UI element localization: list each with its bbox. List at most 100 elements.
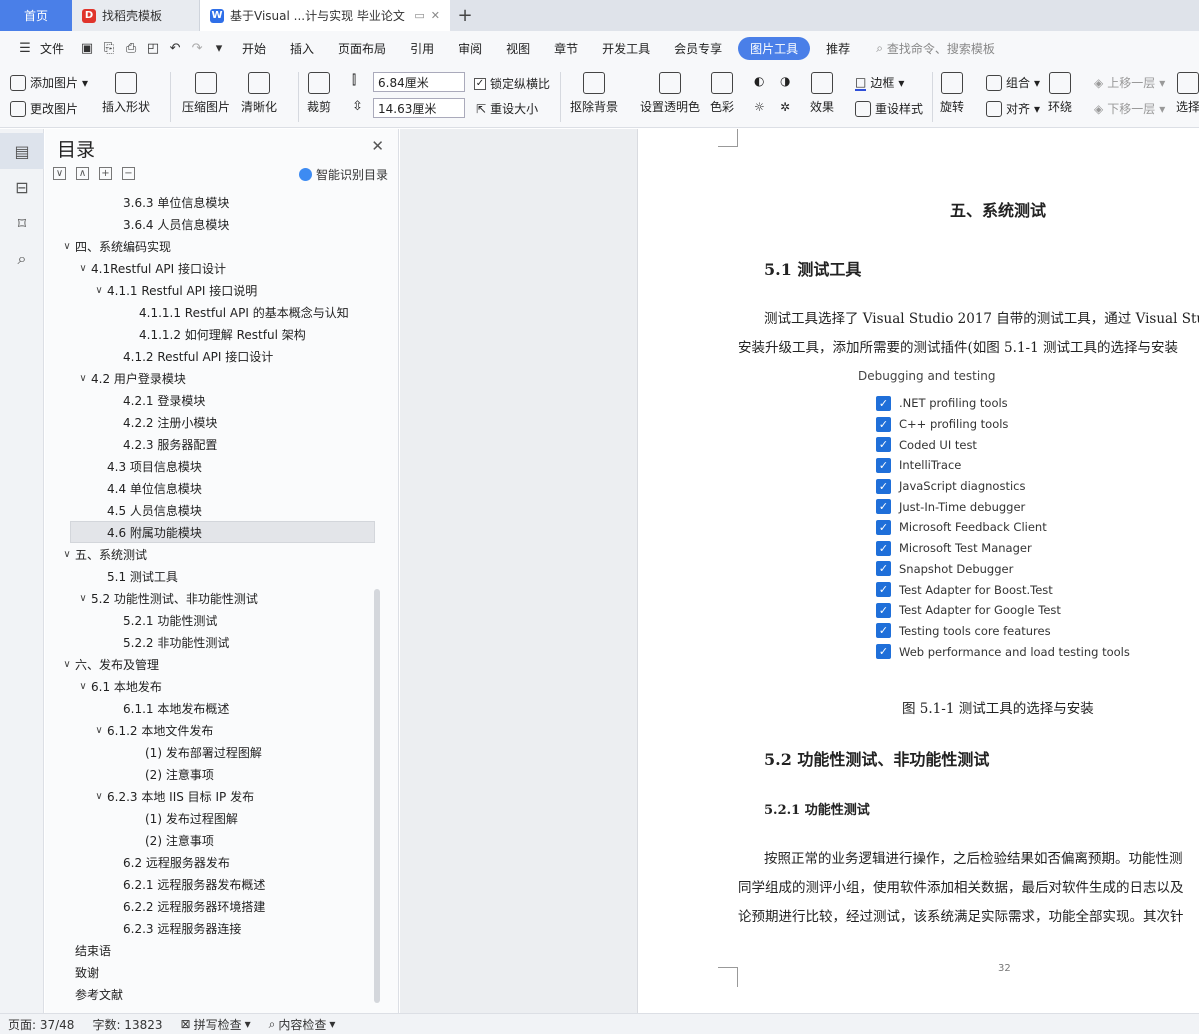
toc-item[interactable]: ∨ 四、系统编码实现: [45, 235, 385, 257]
combine-button[interactable]: 组合 ▾: [986, 74, 1040, 91]
wrap-button[interactable]: 环绕: [1048, 72, 1072, 115]
test-tools-image[interactable]: Debugging and testing ✓ .NET profiling to…: [858, 369, 1158, 687]
toc-item[interactable]: 3.6.4 人员信息模块: [45, 213, 385, 235]
add-heading-icon[interactable]: +: [99, 167, 112, 180]
toc-item[interactable]: 4.2.1 登录模块: [45, 389, 385, 411]
toc-item[interactable]: 6.1.1 本地发布概述: [45, 697, 385, 719]
toc-item[interactable]: 4.1.2 Restful API 接口设计: [45, 345, 385, 367]
tab-home[interactable]: 首页: [0, 0, 72, 31]
close-tab-icon[interactable]: ✕: [431, 9, 440, 22]
toc-item[interactable]: ∨ 6.1.2 本地文件发布: [45, 719, 385, 741]
word-count[interactable]: 字数: 13823: [92, 1016, 162, 1033]
menu-member[interactable]: 会员专享: [662, 40, 734, 57]
menu-developer[interactable]: 开发工具: [590, 40, 662, 57]
set-transparent-button[interactable]: 设置透明色: [640, 72, 700, 115]
menu-picture-tools[interactable]: 图片工具: [738, 37, 811, 60]
toc-item[interactable]: 4.1.1.1 Restful API 的基本概念与认知: [45, 301, 385, 323]
toc-item[interactable]: ∨ 5.2 功能性测试、非功能性测试: [45, 587, 385, 609]
export-icon[interactable]: ⎘: [98, 41, 120, 56]
toc-item[interactable]: (2) 注意事项: [45, 763, 385, 785]
toc-item[interactable]: (1) 发布过程图解: [45, 807, 385, 829]
toc-item[interactable]: 6.2.3 远程服务器连接: [45, 917, 385, 939]
spell-check-button[interactable]: ⊠ 拼写检查 ▾: [181, 1016, 251, 1033]
menu-view[interactable]: 视图: [494, 40, 542, 57]
chevron-down-icon[interactable]: ∨: [75, 593, 91, 604]
save-icon[interactable]: ▣: [76, 41, 98, 56]
toc-panel-icon[interactable]: ▤: [0, 133, 44, 169]
toc-item[interactable]: 4.5 人员信息模块: [45, 499, 385, 521]
height-input[interactable]: 14.63厘米: [373, 98, 465, 118]
color-button[interactable]: 色彩: [710, 72, 734, 115]
crop-button[interactable]: 裁剪: [307, 72, 331, 115]
undo-icon[interactable]: ↶: [164, 41, 186, 56]
contrast-down-button[interactable]: ◑: [780, 74, 790, 88]
smart-toc-button[interactable]: 智能识别目录: [298, 166, 388, 183]
sharpen-button[interactable]: 清晰化: [241, 72, 277, 115]
add-image-button[interactable]: 添加图片 ▾: [10, 74, 88, 91]
chevron-down-icon[interactable]: ∨: [91, 791, 107, 802]
page-indicator[interactable]: 页面: 37/48: [8, 1016, 74, 1033]
remove-background-button[interactable]: 抠除背景: [570, 72, 618, 115]
menu-review[interactable]: 审阅: [446, 40, 494, 57]
toc-item[interactable]: ∨ 6.2.3 本地 IIS 目标 IP 发布: [45, 785, 385, 807]
contrast-up-button[interactable]: ◐: [754, 74, 764, 88]
menu-recommend[interactable]: 推荐: [814, 40, 862, 57]
chevron-down-icon[interactable]: ∨: [59, 659, 75, 670]
menu-file[interactable]: 文件: [36, 40, 76, 57]
chevron-down-icon[interactable]: ∨: [91, 725, 107, 736]
select-button[interactable]: 选择: [1176, 72, 1199, 115]
toc-item[interactable]: 4.3 项目信息模块: [45, 455, 385, 477]
toc-item[interactable]: 4.2.2 注册小模块: [45, 411, 385, 433]
border-button[interactable]: □ 边框 ▾: [855, 74, 904, 91]
move-down-button[interactable]: ◈ 下移一层 ▾: [1094, 100, 1165, 117]
rotate-button[interactable]: 旋转: [940, 72, 964, 115]
close-icon[interactable]: ✕: [371, 137, 384, 155]
menu-start[interactable]: 开始: [230, 40, 278, 57]
toc-item[interactable]: ∨ 4.1Restful API 接口设计: [45, 257, 385, 279]
find-icon[interactable]: ⌕: [0, 241, 44, 277]
tab-document[interactable]: W 基于Visual ...计与实现 毕业论文 ▭ ✕: [200, 0, 450, 31]
tab-template[interactable]: D 找稻壳模板: [72, 0, 200, 31]
toc-item[interactable]: ∨ 4.2 用户登录模块: [45, 367, 385, 389]
content-check-button[interactable]: ⌕ 内容检查 ▾: [269, 1016, 336, 1033]
menu-reference[interactable]: 引用: [398, 40, 446, 57]
toc-item[interactable]: 4.1.1.2 如何理解 Restful 架构: [45, 323, 385, 345]
hamburger-icon[interactable]: ☰: [14, 41, 36, 56]
toc-item[interactable]: 4.4 单位信息模块: [45, 477, 385, 499]
menu-layout[interactable]: 页面布局: [326, 40, 398, 57]
insert-shape-button[interactable]: 插入形状: [102, 72, 150, 115]
menu-chapter[interactable]: 章节: [542, 40, 590, 57]
toc-item[interactable]: ∨ 六、发布及管理: [45, 653, 385, 675]
move-up-button[interactable]: ◈ 上移一层 ▾: [1094, 74, 1165, 91]
toc-scrollbar[interactable]: [374, 589, 380, 1003]
effect-button[interactable]: 效果: [810, 72, 834, 115]
toc-item[interactable]: 结束语: [45, 939, 385, 961]
more-icon[interactable]: ▾: [208, 41, 230, 56]
toc-item[interactable]: (2) 注意事项: [45, 829, 385, 851]
toc-item[interactable]: ∨ 五、系统测试: [45, 543, 385, 565]
command-search[interactable]: ⌕ 查找命令、搜索模板: [876, 40, 995, 57]
lock-ratio-checkbox[interactable]: ✓ 锁定纵横比: [474, 75, 550, 92]
toc-item[interactable]: 6.2.1 远程服务器发布概述: [45, 873, 385, 895]
toc-item[interactable]: 4.2.3 服务器配置: [45, 433, 385, 455]
toc-item[interactable]: 5.1 测试工具: [45, 565, 385, 587]
change-image-button[interactable]: 更改图片: [10, 100, 78, 117]
brightness-up-button[interactable]: ☼: [754, 100, 765, 114]
toc-item[interactable]: 5.2.2 非功能性测试: [45, 631, 385, 653]
reset-style-button[interactable]: 重设样式: [855, 100, 923, 117]
align-button[interactable]: 对齐 ▾: [986, 100, 1040, 117]
bookmark-icon[interactable]: ⌑: [0, 205, 44, 241]
toc-item[interactable]: ∨ 6.1 本地发布: [45, 675, 385, 697]
reset-size-button[interactable]: ⇱ 重设大小: [476, 100, 538, 117]
collapse-icon[interactable]: ∨: [53, 167, 66, 180]
screen-icon[interactable]: ▭: [414, 9, 424, 22]
redo-icon[interactable]: ↷: [186, 41, 208, 56]
toc-item[interactable]: 5.2.1 功能性测试: [45, 609, 385, 631]
compress-button[interactable]: 压缩图片: [182, 72, 230, 115]
chevron-down-icon[interactable]: ∨: [75, 373, 91, 384]
toc-item[interactable]: 参考文献: [45, 983, 385, 1005]
toc-item[interactable]: 4.6 附属功能模块: [70, 521, 375, 543]
width-input[interactable]: 6.84厘米: [373, 72, 465, 92]
expand-icon[interactable]: ∧: [76, 167, 89, 180]
new-tab-button[interactable]: +: [450, 0, 480, 31]
